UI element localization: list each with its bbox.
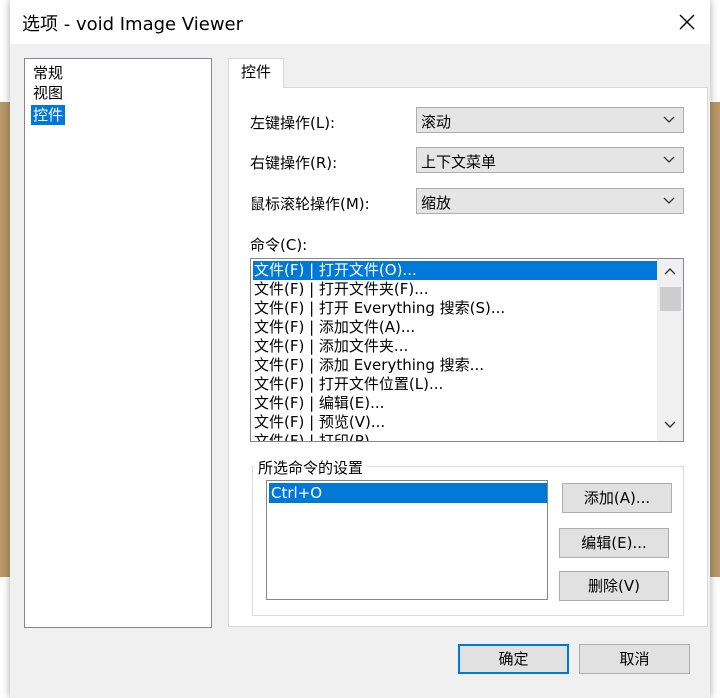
commands-label: 命令(C): bbox=[250, 236, 308, 254]
commands-list[interactable]: 文件(F) | 打开文件(O)... 文件(F) | 打开文件夹(F)... 文… bbox=[250, 258, 684, 442]
right-click-select[interactable]: 上下文菜单 bbox=[416, 147, 684, 173]
category-list[interactable]: 常规 视图 控件 bbox=[24, 58, 212, 628]
chevron-down-icon bbox=[663, 156, 675, 163]
commands-scrollbar[interactable] bbox=[657, 259, 683, 441]
shortcut-list[interactable]: Ctrl+O bbox=[266, 480, 548, 600]
options-dialog: 选项 - void Image Viewer 常规 视图 控件 控件 左键操作(… bbox=[10, 0, 710, 698]
right-click-value: 上下文菜单 bbox=[421, 153, 497, 171]
chevron-down-icon bbox=[663, 116, 675, 123]
chevron-down-icon[interactable] bbox=[664, 421, 676, 429]
left-click-select[interactable]: 滚动 bbox=[416, 107, 684, 133]
add-shortcut-button[interactable]: 添加(A)... bbox=[562, 483, 672, 513]
ok-button[interactable]: 确定 bbox=[458, 644, 569, 674]
wheel-select[interactable]: 缩放 bbox=[416, 188, 684, 214]
command-item[interactable]: 文件(F) | 打开 Everything 搜索(S)... bbox=[253, 299, 658, 318]
command-item[interactable]: 文件(F) | 打开文件(O)... bbox=[253, 261, 658, 280]
command-item[interactable]: 文件(F) | 添加 Everything 搜索... bbox=[253, 356, 658, 375]
background-left-edge bbox=[0, 102, 10, 577]
wheel-value: 缩放 bbox=[421, 194, 452, 212]
category-view[interactable]: 视图 bbox=[31, 83, 65, 103]
delete-shortcut-button[interactable]: 删除(V) bbox=[559, 571, 669, 601]
window-title: 选项 - void Image Viewer bbox=[22, 14, 244, 35]
command-item[interactable]: 文件(F) | 打开文件位置(L)... bbox=[253, 375, 658, 394]
command-item[interactable]: 文件(F) | 打印(P)... bbox=[253, 432, 658, 441]
command-item[interactable]: 文件(F) | 预览(V)... bbox=[253, 413, 658, 432]
close-button[interactable] bbox=[664, 0, 710, 44]
left-click-value: 滚动 bbox=[421, 113, 452, 131]
category-controls[interactable]: 控件 bbox=[31, 105, 66, 125]
chevron-down-icon bbox=[663, 197, 675, 204]
tab-controls[interactable]: 控件 bbox=[228, 58, 284, 88]
cancel-button[interactable]: 取消 bbox=[579, 644, 690, 674]
settings-group-title: 所选命令的设置 bbox=[254, 457, 368, 478]
command-item[interactable]: 文件(F) | 编辑(E)... bbox=[253, 394, 658, 413]
close-icon bbox=[679, 14, 695, 30]
command-item[interactable]: 文件(F) | 打开文件夹(F)... bbox=[253, 280, 658, 299]
wheel-label: 鼠标滚轮操作(M): bbox=[250, 195, 370, 213]
left-click-label: 左键操作(L): bbox=[250, 114, 336, 132]
category-general[interactable]: 常规 bbox=[31, 63, 65, 83]
command-item[interactable]: 文件(F) | 添加文件夹... bbox=[253, 337, 658, 356]
background-right-edge bbox=[710, 102, 720, 577]
shortcut-item[interactable]: Ctrl+O bbox=[269, 483, 547, 503]
edit-shortcut-button[interactable]: 编辑(E)... bbox=[559, 528, 669, 558]
command-item[interactable]: 文件(F) | 添加文件(A)... bbox=[253, 318, 658, 337]
title-bar: 选项 - void Image Viewer bbox=[10, 0, 710, 44]
chevron-up-icon[interactable] bbox=[664, 267, 676, 275]
right-click-label: 右键操作(R): bbox=[250, 154, 338, 172]
scrollbar-thumb[interactable] bbox=[660, 287, 681, 311]
